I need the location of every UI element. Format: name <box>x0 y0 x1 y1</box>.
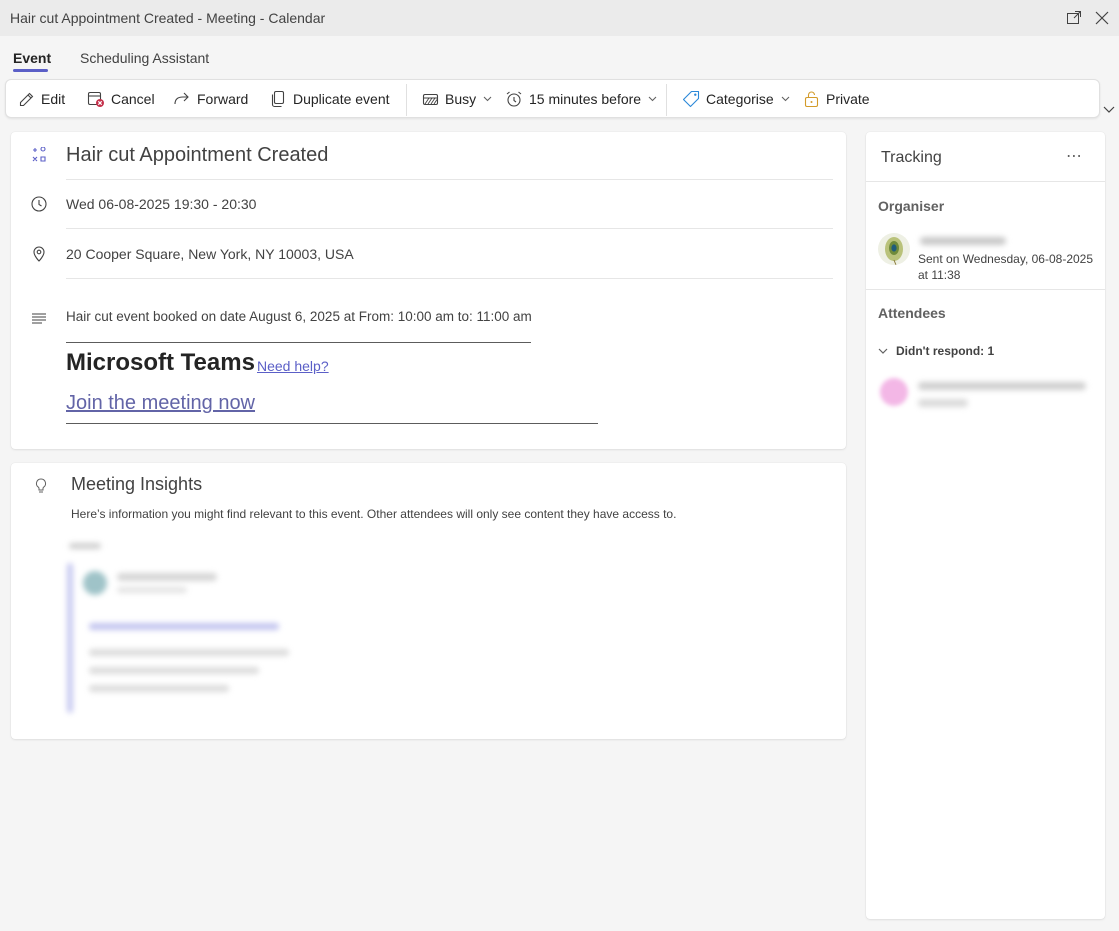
edit-button[interactable]: Edit <box>18 80 65 118</box>
private-toggle[interactable]: Private <box>803 80 870 118</box>
blurred-insight-card[interactable] <box>61 535 341 735</box>
need-help-link[interactable]: Need help? <box>257 358 329 374</box>
tracking-panel: Tracking ⋯ Organiser Sent on Wednesday, … <box>866 132 1105 919</box>
busy-status-icon <box>422 93 439 105</box>
separator-rule <box>66 342 531 343</box>
busy-status-dropdown[interactable]: Busy <box>422 80 492 118</box>
duplicate-label: Duplicate event <box>293 91 390 107</box>
lightbulb-icon <box>35 478 47 493</box>
organiser-name-blurred <box>920 237 1006 245</box>
teams-heading: Microsoft Teams <box>66 349 255 376</box>
alarm-clock-icon <box>506 91 522 107</box>
pop-out-icon[interactable] <box>1064 8 1084 28</box>
divider <box>866 181 1105 182</box>
event-datetime: Wed 06-08-2025 19:30 - 20:30 <box>66 196 257 212</box>
chevron-down-icon <box>878 348 888 354</box>
event-details-card: Hair cut Appointment Created Wed 06-08-2… <box>11 132 846 449</box>
divider <box>866 289 1105 290</box>
chevron-down-icon <box>483 96 492 102</box>
event-body-text: Hair cut event booked on date August 6, … <box>66 309 532 324</box>
private-label: Private <box>826 91 870 107</box>
insights-description: Here’s information you might find releva… <box>71 507 677 521</box>
organiser-avatar[interactable] <box>878 233 910 265</box>
join-meeting-link[interactable]: Join the meeting now <box>66 392 255 415</box>
lock-icon <box>804 91 819 108</box>
forward-button[interactable]: Forward <box>173 80 248 118</box>
didnt-respond-group-toggle[interactable]: Didn't respond: 1 <box>878 344 994 358</box>
meeting-insights-card: Meeting Insights Here’s information you … <box>11 463 846 739</box>
insights-title: Meeting Insights <box>71 474 203 494</box>
chevron-down-icon <box>648 96 657 102</box>
sent-timestamp: Sent on Wednesday, 06-08-2025 at 11:38 <box>918 252 1094 282</box>
attendees-label: Attendees <box>878 305 946 321</box>
event-location: 20 Cooper Square, New York, NY 10003, US… <box>66 246 354 262</box>
more-options-icon[interactable]: ⋯ <box>1066 146 1083 166</box>
toolbar-separator <box>666 84 667 116</box>
didnt-respond-label: Didn't respond: 1 <box>896 344 995 358</box>
divider <box>66 278 833 279</box>
subject-icon <box>32 147 46 162</box>
cancel-button[interactable]: Cancel <box>87 80 155 118</box>
peacock-feather-avatar-icon <box>885 237 903 265</box>
copy-icon <box>271 90 285 108</box>
organiser-label: Organiser <box>878 198 945 214</box>
attendee-avatar-blurred[interactable] <box>880 378 908 406</box>
edit-label: Edit <box>41 91 66 107</box>
reminder-label: 15 minutes before <box>529 91 642 107</box>
event-toolbar: Edit Cancel Forward Duplicate event Busy… <box>5 79 1100 118</box>
window-titlebar: Hair cut Appointment Created - Meeting -… <box>0 0 1119 36</box>
tab-scheduling-assistant[interactable]: Scheduling Assistant <box>80 50 209 66</box>
tag-icon <box>682 90 700 108</box>
categorise-dropdown[interactable]: Categorise <box>682 80 790 118</box>
busy-label: Busy <box>445 91 477 107</box>
divider <box>66 228 833 229</box>
tab-event[interactable]: Event <box>13 50 51 66</box>
window-title: Hair cut Appointment Created - Meeting -… <box>10 10 326 26</box>
categorise-label: Categorise <box>706 91 774 107</box>
divider <box>66 179 833 180</box>
duplicate-event-button[interactable]: Duplicate event <box>271 80 390 118</box>
location-pin-icon <box>33 246 45 262</box>
cancel-label: Cancel <box>111 91 155 107</box>
toolbar-overflow-chevron-icon[interactable] <box>1102 102 1116 116</box>
close-icon[interactable] <box>1092 8 1112 28</box>
reminder-dropdown[interactable]: 15 minutes before <box>505 80 657 118</box>
tab-bar: Event Scheduling Assistant <box>0 36 1119 78</box>
forward-arrow-icon <box>174 92 189 105</box>
attendee-status-blurred <box>918 399 968 407</box>
forward-label: Forward <box>197 91 249 107</box>
tracking-title: Tracking <box>881 149 942 166</box>
separator-rule <box>66 423 598 424</box>
attendee-name-blurred <box>918 382 1086 390</box>
active-tab-indicator <box>13 69 48 72</box>
chevron-down-icon <box>781 96 790 102</box>
clock-icon <box>31 196 47 212</box>
description-lines-icon <box>32 313 46 324</box>
toolbar-separator <box>406 84 407 116</box>
calendar-cancel-icon <box>87 91 104 107</box>
pencil-icon <box>19 92 34 106</box>
event-subject: Hair cut Appointment Created <box>66 144 329 166</box>
